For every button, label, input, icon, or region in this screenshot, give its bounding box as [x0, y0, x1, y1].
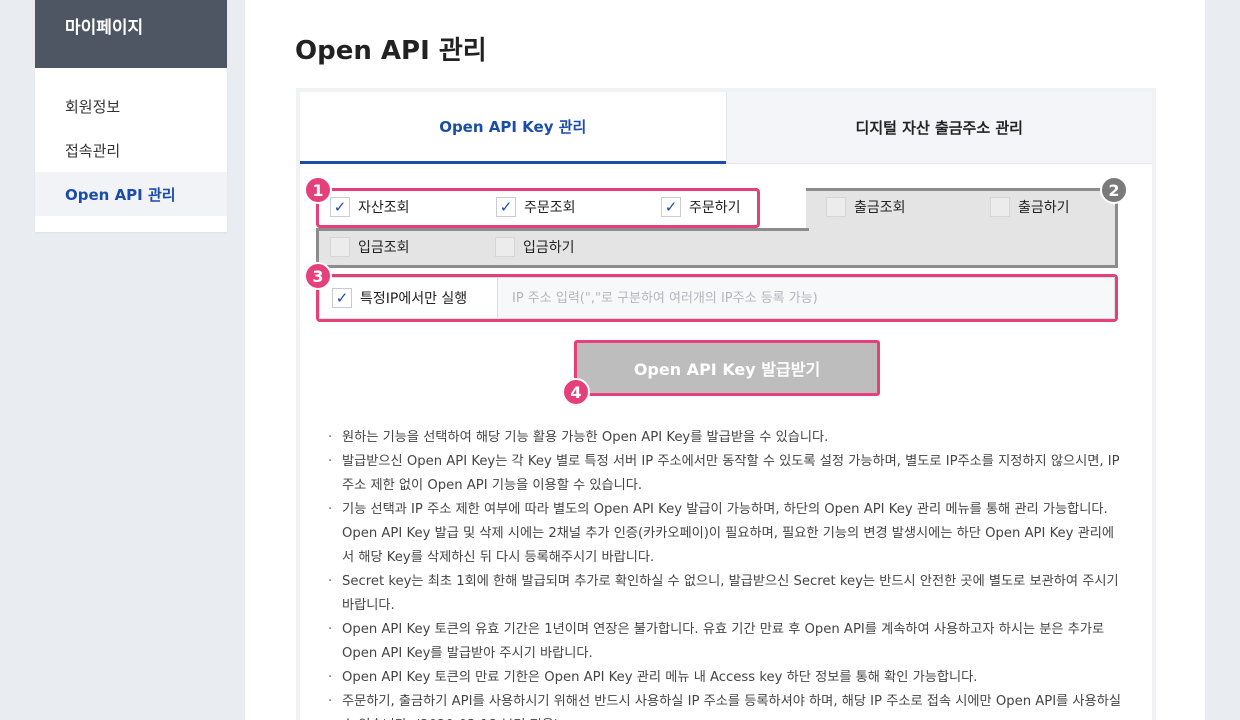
check-icon: ✓ — [332, 288, 352, 308]
checkbox-withdraw-query[interactable]: 출금조회 — [826, 197, 906, 217]
checkbox-deposit[interactable]: 입금하기 — [495, 237, 575, 257]
api-card: Open API Key 관리 디지털 자산 출금주소 관리 ✓ 자산조회 ✓ … — [296, 88, 1156, 720]
checkbox-label: 출금조회 — [854, 200, 906, 216]
checkbox-empty-icon — [330, 237, 350, 257]
sidebar-item-open-api[interactable]: Open API 관리 — [35, 172, 227, 216]
sidebar: 마이페이지 회원정보 접속관리 Open API 관리 — [35, 0, 227, 232]
checkbox-label: 특정IP에서만 실행 — [360, 291, 468, 307]
notice-item: 주문하기, 출금하기 API를 사용하시기 위해선 반드시 사용하실 IP 주소… — [326, 690, 1126, 720]
check-icon: ✓ — [661, 197, 681, 217]
notice-item: Secret key는 최초 1회에 한해 발급되며 추가로 확인하실 수 없으… — [326, 570, 1126, 618]
sidebar-menu: 회원정보 접속관리 Open API 관리 — [35, 68, 227, 216]
issue-api-key-button[interactable]: Open API Key 발급받기 — [574, 340, 880, 396]
checkbox-place-order[interactable]: ✓ 주문하기 — [661, 197, 741, 217]
checkbox-asset-query[interactable]: ✓ 자산조회 — [330, 197, 410, 217]
tab-open-api-key[interactable]: Open API Key 관리 — [300, 92, 726, 164]
checkbox-empty-icon — [826, 197, 846, 217]
step-badge-4: 4 — [562, 378, 590, 406]
checkbox-label: 입금조회 — [358, 240, 410, 256]
tab-content: ✓ 자산조회 ✓ 주문조회 ✓ 주문하기 출금조회 출금하기 입금조회 입금하기… — [300, 164, 1152, 720]
page-title: Open API 관리 — [295, 36, 487, 66]
ip-restriction-row: ✓ 특정IP에서만 실행 — [319, 277, 1115, 319]
gray-group-top-edge — [316, 228, 809, 231]
checkbox-label: 입금하기 — [523, 240, 575, 256]
checkbox-label: 주문하기 — [689, 200, 741, 216]
notice-item: Open API Key 토큰의 유효 기간은 1년이며 연장은 불가합니다. … — [326, 618, 1126, 666]
check-icon: ✓ — [496, 197, 516, 217]
step-badge-2: 2 — [1100, 176, 1128, 204]
checkbox-label: 출금하기 — [1018, 200, 1070, 216]
check-icon: ✓ — [330, 197, 350, 217]
notice-item: 원하는 기능을 선택하여 해당 기능 활용 가능한 Open API Key를 … — [326, 426, 1126, 450]
tab-withdrawal-address[interactable]: 디지털 자산 출금주소 관리 — [725, 92, 1152, 164]
tab-bar: Open API Key 관리 디지털 자산 출금주소 관리 — [300, 92, 1152, 164]
checkbox-empty-icon — [990, 197, 1010, 217]
main-panel: Open API 관리 Open API Key 관리 디지털 자산 출금주소 … — [245, 0, 1205, 720]
step-badge-3: 3 — [304, 262, 332, 290]
step-badge-1: 1 — [304, 176, 332, 204]
notice-list: 원하는 기능을 선택하여 해당 기능 활용 가능한 Open API Key를 … — [326, 426, 1126, 720]
notice-item: 발급받으신 Open API Key는 각 Key 별로 특정 서버 IP 주소… — [326, 450, 1126, 498]
checkbox-withdraw[interactable]: 출금하기 — [990, 197, 1070, 217]
checkbox-label: 주문조회 — [524, 200, 576, 216]
sidebar-title: 마이페이지 — [35, 0, 227, 68]
checkbox-label: 자산조회 — [358, 200, 410, 216]
ip-address-input[interactable] — [497, 277, 1115, 319]
sidebar-item-member-info[interactable]: 회원정보 — [35, 84, 227, 128]
checkbox-deposit-query[interactable]: 입금조회 — [330, 237, 410, 257]
notice-item: 기능 선택과 IP 주소 제한 여부에 따라 별도의 Open API Key … — [326, 498, 1126, 570]
sidebar-item-access-management[interactable]: 접속관리 — [35, 128, 227, 172]
checkbox-ip-restriction[interactable]: ✓ 특정IP에서만 실행 — [319, 277, 497, 319]
checkbox-empty-icon — [495, 237, 515, 257]
notice-item: Open API Key 토큰의 만료 기한은 Open API Key 관리 … — [326, 666, 1126, 690]
checkbox-order-query[interactable]: ✓ 주문조회 — [496, 197, 576, 217]
